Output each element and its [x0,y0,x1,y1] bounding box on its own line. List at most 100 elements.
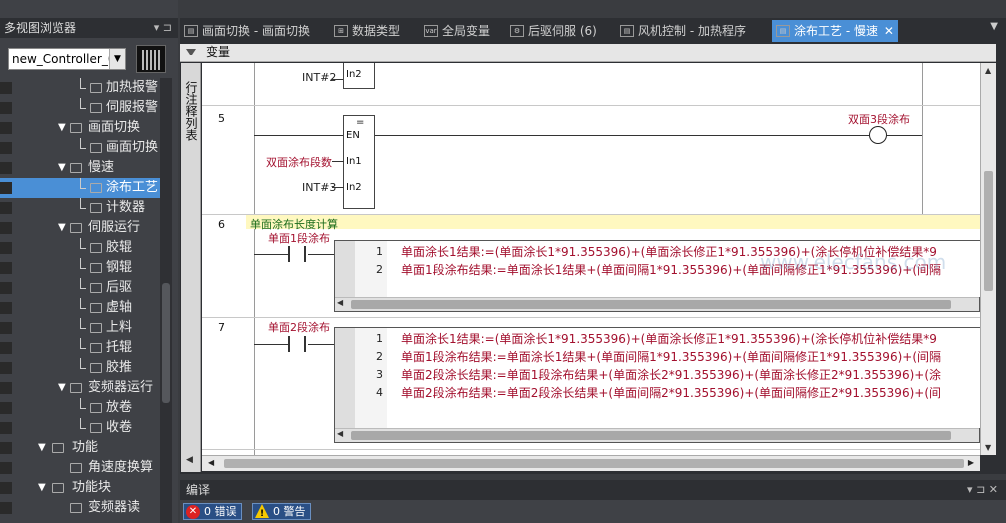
tree-item-label: 后驱 [106,280,133,295]
expand-toggle-icon[interactable]: ▼ [38,438,46,458]
tree-item-label: 涂布工艺 [106,180,159,195]
rung5-coil[interactable] [869,126,887,144]
tree-item[interactable]: 胶辊 [0,238,160,258]
tree-item[interactable]: ▼ 功能 [0,438,160,458]
tree-item[interactable]: ▼ 变频器运行 [0,378,160,398]
tree-item[interactable]: 上料 [0,318,160,338]
tab-2[interactable]: ⊞ 数据类型 [330,20,400,42]
collapse-arrow-icon[interactable] [186,49,196,55]
rung7-contact-variable[interactable]: 单面2段涂布 [268,319,330,335]
tree-item[interactable]: 后驱 [0,278,160,298]
tree-item[interactable]: 放卷 [0,398,160,418]
expand-toggle-icon[interactable]: ▼ [58,118,66,138]
st-gutter [335,328,355,428]
rung6-wire-right [308,254,334,255]
tab-1[interactable]: ▤ 画面切换 - 画面切换 [180,20,310,42]
rung-comment-sidebar[interactable]: 行注释列表 ◀ [181,63,201,472]
tree-connector [80,238,86,249]
tree-item[interactable]: 计数器 [0,198,160,218]
tree-item[interactable]: 画面切换 [0,138,160,158]
rung5-in1-variable[interactable]: 双面涂布段数 [266,154,332,170]
tab-list-menu[interactable]: ▼ [990,21,998,32]
tree-item[interactable]: 收卷 [0,418,160,438]
chevron-down-icon[interactable]: ▼ [109,49,125,69]
expand-toggle-icon[interactable]: ▼ [58,218,66,238]
program-icon [90,283,102,293]
rung7-contact[interactable] [288,336,306,352]
rung5-in2-pin: In2 [346,182,362,193]
tree-gutter-marker [0,342,12,354]
explorer-pin-button[interactable]: ▾ ⊐ [154,18,172,38]
tree-item[interactable]: 加热报警 [0,78,160,98]
tree-item[interactable]: 涂布工艺 [0,178,160,198]
rung4-in2-variable[interactable]: INT#2 [302,71,336,84]
tree-gutter-marker [0,282,12,294]
program-icon [90,423,102,433]
expand-left-icon[interactable]: ◀ [186,455,193,465]
tree-item-label: 变频器读 [88,500,141,515]
expand-toggle-icon[interactable]: ▼ [58,378,66,398]
tree-gutter-marker [0,462,12,474]
tree-item-label: 画面切换 [88,120,141,135]
build-panel-title: 编译 ▾ ⊐ ✕ [180,480,1006,500]
rung4-function-block[interactable]: In2 [343,63,375,89]
rung5-coil-variable[interactable]: 双面3段涂布 [848,111,910,127]
tree-item[interactable]: 虚轴 [0,298,160,318]
tree-item[interactable]: 钢辊 [0,258,160,278]
controller-select[interactable]: new_Controller_0 ▼ [8,48,126,70]
tree-gutter-marker [0,382,12,394]
program-icon [90,183,102,193]
rung6-contact[interactable] [288,246,306,262]
tree-item-label: 加热报警 [106,80,159,95]
tree-item[interactable]: ▼ 慢速 [0,158,160,178]
right-power-rail [922,63,923,218]
rung7-st-block[interactable]: 1 单面涂长1结果:=(单面涂长1*91.355396)+(单面涂长修正1*91.… [334,327,980,443]
rung6-contact-variable[interactable]: 单面1段涂布 [268,230,330,246]
tree-gutter-marker [0,442,12,454]
program-icon [90,263,102,273]
tab-4[interactable]: ⚙ 后驱伺服 (6) [506,20,597,42]
st-code-line[interactable]: 单面2段涂长结果:=单面1段涂布结果+(单面涂长2*91.355396)+(单面… [401,366,941,383]
rung4-in2-pin: In2 [346,69,362,80]
tab-5[interactable]: ▤ 风机控制 - 加热程序 [616,20,746,42]
tree-item[interactable]: ▼ 功能块 [0,478,160,498]
scrollbar-thumb[interactable] [162,283,170,403]
tree-item[interactable]: 角速度换算 [0,458,160,478]
explorer-scrollbar[interactable] [160,78,172,523]
expand-toggle-icon[interactable]: ▼ [58,158,66,178]
program-icon [90,103,102,113]
tree-item[interactable]: ▼ 伺服运行 [0,218,160,238]
scrollbar-thumb[interactable] [224,459,964,468]
st-horizontal-scrollbar[interactable]: ◀ [335,428,979,442]
folder-icon [70,223,82,233]
program-icon [90,83,102,93]
tree-item[interactable]: 胶推 [0,358,160,378]
folder-icon [70,163,82,173]
tab-6[interactable]: ▤ 涂布工艺 - 慢速 ✕ [772,20,898,42]
errors-filter-button[interactable]: ✕ 0 错误 [183,503,242,520]
close-icon[interactable]: ✕ [884,20,894,42]
tree-item[interactable]: 托辊 [0,338,160,358]
rung5-compare-block[interactable]: = EN In1 In2 [343,115,375,209]
expand-toggle-icon[interactable]: ▼ [38,478,46,498]
tree-connector [80,198,86,209]
build-panel-buttons[interactable]: ▾ ⊐ ✕ [967,480,998,500]
editor-horizontal-scrollbar[interactable]: ◀ ▶ [202,455,980,471]
st-horizontal-scrollbar[interactable]: ◀ [335,297,979,311]
tree-connector [80,78,86,89]
tree-item[interactable]: ▼ 画面切换 [0,118,160,138]
list-icon [70,463,82,473]
tree-item-label: 托辊 [106,340,133,355]
program-icon [90,243,102,253]
st-code-line[interactable]: 单面1段涂布结果:=单面涂长1结果+(单面间隔1*91.355396)+(单面间… [401,348,941,365]
tree-item[interactable]: 伺服报警 [0,98,160,118]
controller-icon[interactable] [136,45,166,73]
program-icon [90,303,102,313]
warnings-filter-button[interactable]: ! 0 警告 [252,503,311,520]
tree-item[interactable]: 变频器读 [0,498,160,518]
st-code-line[interactable]: 单面涂长1结果:=(单面涂长1*91.355396)+(单面涂长修正1*91.3… [401,330,937,347]
tree-connector [80,278,86,289]
variable-table-bar[interactable]: 变量 [180,44,996,62]
st-code-line[interactable]: 单面2段涂布结果:=单面2段涂长结果+(单面间隔2*91.355396)+(单面… [401,384,941,401]
tab-3[interactable]: var 全局变量 [420,20,490,42]
